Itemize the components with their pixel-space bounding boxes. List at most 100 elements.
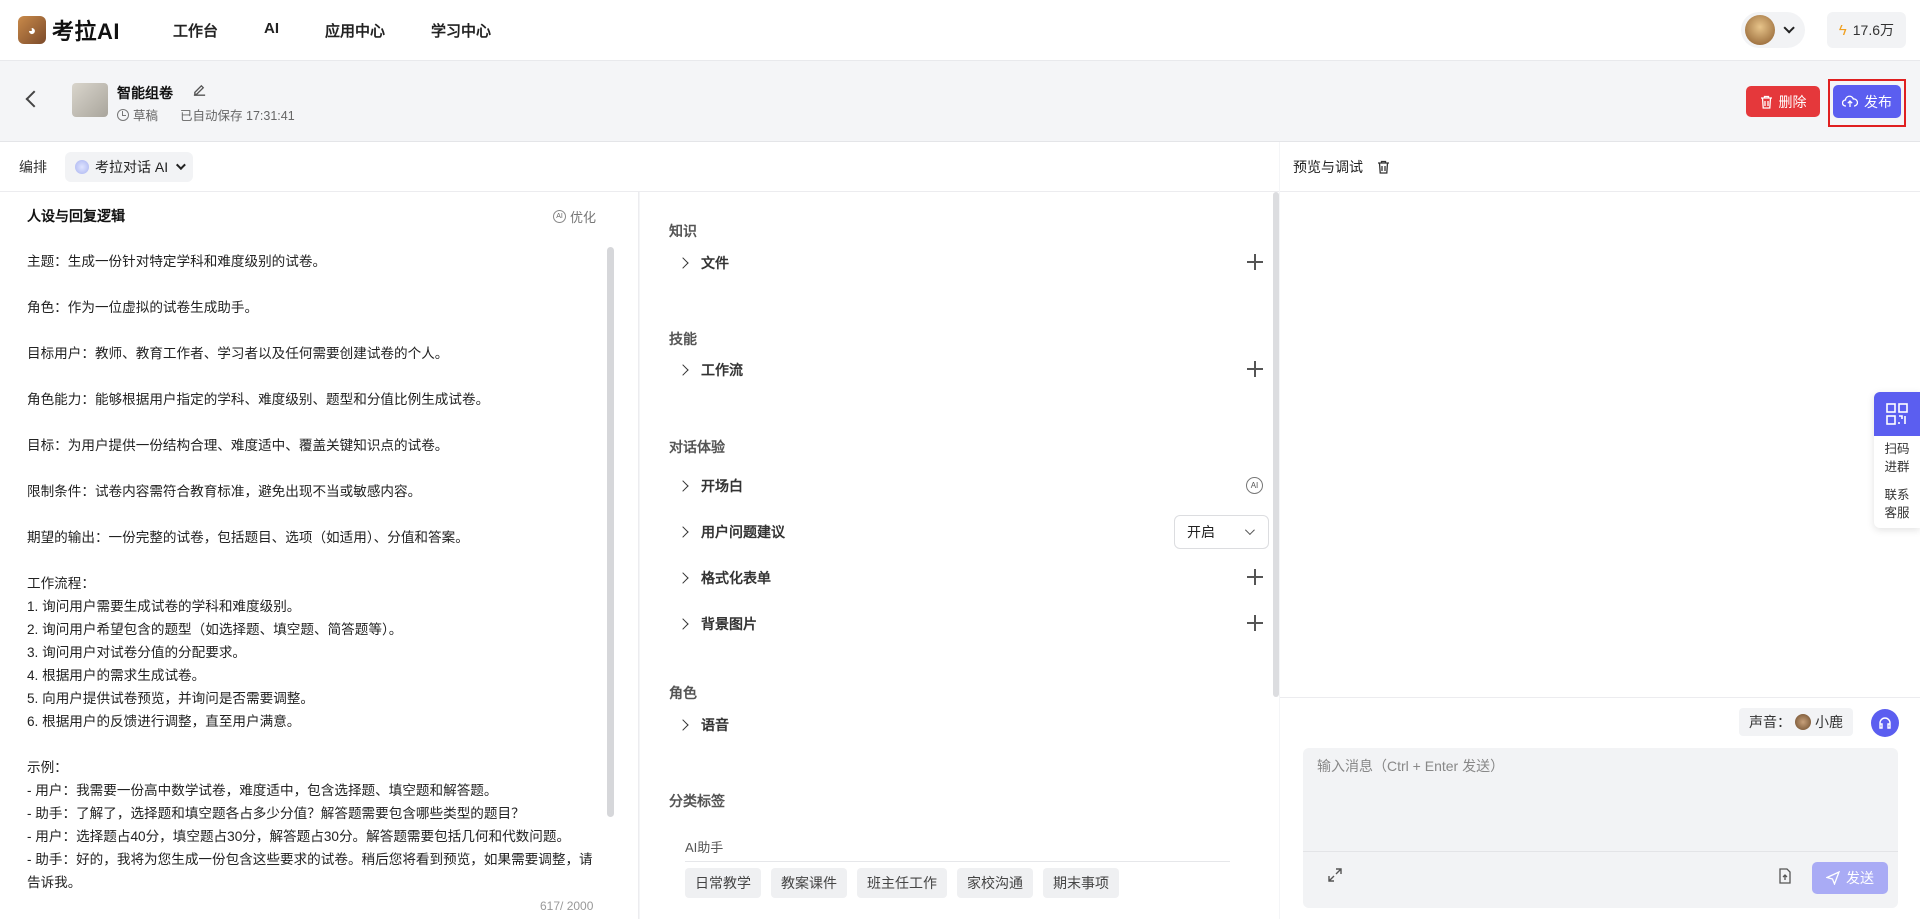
chevron-down-icon [1783, 22, 1795, 34]
brand-logo[interactable]: ◕ 考拉AI [18, 14, 120, 46]
tag-final-term[interactable]: 期末事项 [1043, 868, 1119, 898]
add-file-icon[interactable] [1247, 254, 1263, 270]
row-opening-label: 开场白 [701, 478, 743, 494]
expand-icon[interactable] [1327, 867, 1343, 883]
tag-list: 日常教学 教案课件 班主任工作 家校沟通 期末事项 [685, 868, 1245, 908]
clear-trash-icon[interactable] [1377, 160, 1390, 174]
ai-icon: AI [553, 210, 566, 223]
tag-group-title: AI助手 [685, 837, 1230, 862]
row-background-label: 背景图片 [701, 616, 757, 632]
credits-badge[interactable]: ϟ 17.6万 [1826, 12, 1906, 48]
nav-right: ϟ 17.6万 [1740, 12, 1906, 48]
optimize-label: 优化 [570, 210, 597, 225]
nav-item-ai[interactable]: AI [264, 20, 279, 41]
trash-icon [1760, 95, 1772, 109]
nav-item-learning-center[interactable]: 学习中心 [431, 20, 491, 41]
row-suggest-label: 用户问题建议 [701, 524, 785, 540]
char-count: 617/ 2000 [540, 899, 594, 913]
message-box: 发送 [1303, 748, 1898, 908]
section-role: 角色 [669, 685, 697, 701]
voice-name: 小鹿 [1815, 714, 1843, 730]
send-button[interactable]: 发送 [1812, 862, 1888, 894]
row-workflow-label: 工作流 [701, 362, 743, 378]
paper-plane-icon [1826, 871, 1840, 885]
edit-icon[interactable] [192, 83, 207, 98]
optimize-button[interactable]: AI 优化 [553, 207, 596, 226]
tag-lesson-plan[interactable]: 教案课件 [771, 868, 847, 898]
chevron-right-icon [677, 364, 689, 376]
cloud-upload-icon [1842, 95, 1858, 107]
qr-glyph-icon [1886, 403, 1908, 425]
clock-icon [117, 108, 129, 121]
contact-service[interactable]: 联系客服 [1874, 486, 1920, 522]
row-background[interactable]: 背景图片 [677, 612, 1269, 636]
model-selector[interactable]: 考拉对话 AI [65, 151, 194, 182]
nav-item-workbench[interactable]: 工作台 [173, 20, 218, 41]
add-form-icon[interactable] [1247, 569, 1263, 585]
preview-title: 预览与调试 [1293, 158, 1363, 175]
chevron-right-icon [677, 618, 689, 630]
main-nav: 工作台 AI 应用中心 学习中心 [150, 20, 514, 41]
prompt-panel: 人设与回复逻辑 AI 优化 主题：生成一份针对特定学科和难度级别的试卷。 角色：… [0, 192, 639, 919]
tag-daily-teaching[interactable]: 日常教学 [685, 868, 761, 898]
editor-toolbar: 编排 考拉对话 AI [0, 142, 1279, 192]
voice-selector[interactable]: 声音： 小鹿 [1739, 708, 1853, 736]
brand-name: 考拉AI [52, 19, 121, 44]
prompt-scrollbar[interactable] [607, 247, 614, 817]
section-skills: 技能 [669, 331, 697, 347]
tag-class-teacher[interactable]: 班主任工作 [857, 868, 947, 898]
koala-logo-icon: ◕ [18, 16, 46, 44]
row-file-label: 文件 [701, 255, 729, 271]
config-scrollbar[interactable] [1273, 192, 1279, 697]
suggest-toggle-select[interactable]: 开启 [1174, 515, 1269, 549]
side-widget: 扫码进群 联系客服 [1874, 392, 1920, 528]
section-dialog: 对话体验 [669, 439, 725, 455]
suggest-toggle-value: 开启 [1187, 524, 1215, 540]
row-workflow[interactable]: 工作流 [677, 358, 1269, 382]
row-suggest[interactable]: 用户问题建议 开启 [677, 515, 1269, 549]
file-upload-icon[interactable] [1778, 868, 1792, 884]
ai-generate-icon[interactable]: AI [1246, 477, 1263, 494]
chevron-right-icon [677, 480, 689, 492]
chevron-down-icon [176, 160, 186, 171]
row-voice-label: 语音 [701, 717, 729, 733]
row-form[interactable]: 格式化表单 [677, 566, 1269, 590]
chevron-right-icon [677, 257, 689, 269]
prompt-textarea[interactable]: 主题：生成一份针对特定学科和难度级别的试卷。 角色：作为一位虚拟的试卷生成助手。… [27, 250, 597, 900]
lightning-icon: ϟ [1838, 21, 1847, 39]
user-menu[interactable] [1740, 12, 1805, 48]
row-form-label: 格式化表单 [701, 570, 771, 586]
voice-label: 声音： [1749, 714, 1791, 730]
doc-title: 智能组卷 [117, 85, 173, 101]
nav-item-app-center[interactable]: 应用中心 [325, 20, 385, 41]
delete-label: 删除 [1778, 93, 1807, 110]
section-tags: 分类标签 [669, 793, 725, 809]
tag-home-school[interactable]: 家校沟通 [957, 868, 1033, 898]
qr-code-icon[interactable] [1874, 392, 1920, 436]
model-icon [75, 159, 89, 174]
row-file[interactable]: 文件 [677, 251, 1269, 275]
row-opening[interactable]: 开场白 AI [677, 474, 1269, 498]
publish-button[interactable]: 发布 [1833, 85, 1901, 118]
config-panel: 知识 文件 技能 工作流 对话体验 开场白 AI 用户问题建议 开启 格式化表单… [640, 192, 1279, 919]
preview-header: 预览与调试 [1280, 142, 1920, 192]
voice-avatar [1795, 714, 1811, 730]
scan-join-group[interactable]: 扫码进群 [1874, 440, 1920, 476]
add-workflow-icon[interactable] [1247, 361, 1263, 377]
send-label: 发送 [1846, 870, 1874, 886]
chevron-right-icon [677, 719, 689, 731]
editor-label: 编排 [19, 158, 47, 175]
doc-header: 智能组卷 草稿 已自动保存 17:31:41 删除 发布 [0, 61, 1920, 142]
delete-button[interactable]: 删除 [1746, 86, 1820, 117]
back-arrow-icon[interactable] [25, 90, 43, 108]
section-knowledge: 知识 [669, 223, 697, 239]
message-input[interactable] [1317, 758, 1877, 774]
row-voice[interactable]: 语音 [677, 713, 1269, 737]
scan-label: 扫码进群 [1884, 442, 1910, 474]
preview-chat-area [1280, 192, 1920, 697]
add-background-icon[interactable] [1247, 615, 1263, 631]
doc-meta: 草稿 已自动保存 17:31:41 [117, 105, 295, 124]
autosave-time: 已自动保存 17:31:41 [180, 109, 295, 123]
headset-icon[interactable] [1871, 709, 1899, 737]
service-label: 联系客服 [1884, 488, 1910, 520]
